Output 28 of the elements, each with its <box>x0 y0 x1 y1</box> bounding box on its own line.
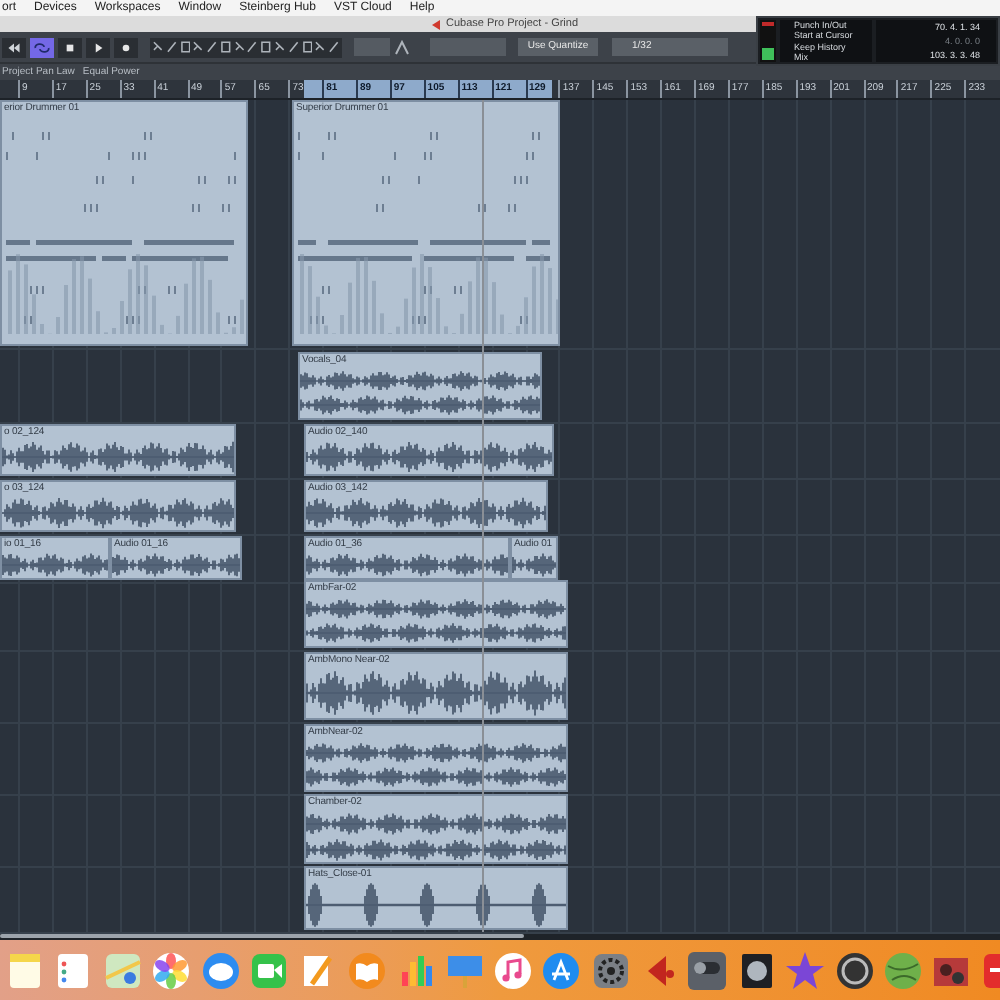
transport-button[interactable] <box>86 37 110 57</box>
rewind-icon <box>4 39 24 55</box>
waveform-drawing <box>512 552 556 578</box>
tool-icon[interactable] <box>328 40 340 54</box>
tool-icon[interactable] <box>152 40 164 54</box>
chat-bubble-icon[interactable] <box>199 949 242 991</box>
transport-button[interactable] <box>2 37 26 57</box>
tool-icon[interactable] <box>192 40 205 54</box>
tool-icon[interactable] <box>274 40 286 54</box>
toggle-icon[interactable] <box>686 949 729 991</box>
cycle-range[interactable] <box>304 80 552 98</box>
star-icon[interactable] <box>784 949 827 991</box>
app-store-icon[interactable] <box>540 949 583 991</box>
map-icon[interactable] <box>101 949 144 991</box>
transport-button[interactable] <box>114 37 138 57</box>
tool-icon[interactable] <box>233 40 245 54</box>
transport-button[interactable] <box>58 37 82 57</box>
flower-icon[interactable] <box>150 949 193 991</box>
tool-icon[interactable] <box>314 40 327 54</box>
level-meter <box>760 20 776 62</box>
waveform-drawing <box>2 552 108 578</box>
scrollbar[interactable] <box>0 934 524 938</box>
dial-icon[interactable] <box>833 949 876 991</box>
gear-icon[interactable] <box>589 949 632 991</box>
waveform-drawing <box>112 552 240 578</box>
music-note-icon[interactable] <box>491 949 534 991</box>
cycle-icon <box>32 39 52 55</box>
snap-icon[interactable] <box>394 39 410 55</box>
